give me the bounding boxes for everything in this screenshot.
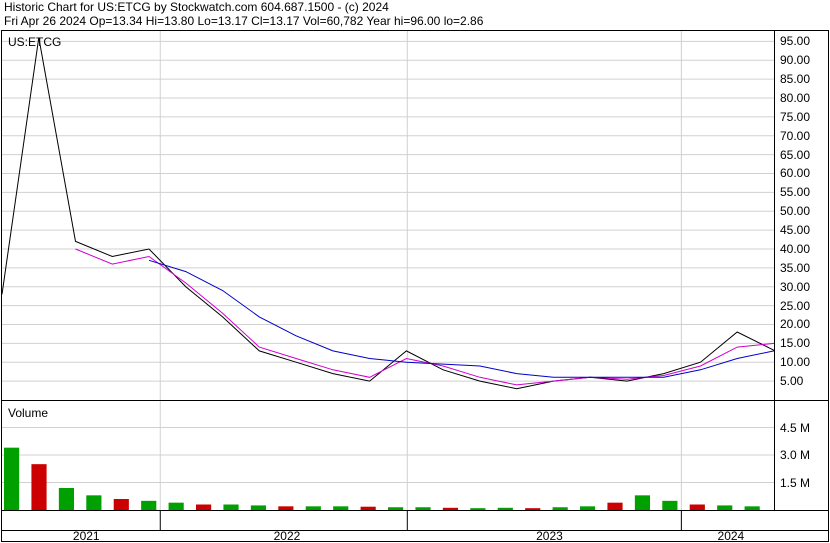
volume-bar [86, 495, 102, 510]
volume-bar [552, 507, 568, 510]
volume-bar [58, 488, 75, 510]
volume-bar [141, 500, 157, 510]
y-tick-label: 5.00 [780, 374, 804, 389]
x-tick-label: 2022 [273, 529, 301, 543]
volume-bar [634, 495, 651, 510]
y-tick-label: 25.00 [780, 298, 811, 313]
x-tick-label: 2023 [536, 529, 563, 543]
y-tick-label: 40.00 [780, 241, 811, 256]
y-tick-label: 15.00 [780, 336, 811, 351]
volume-bar [196, 504, 212, 510]
y-tick-label: 50.00 [780, 204, 811, 219]
price-line [1, 37, 775, 390]
volume-bar [305, 506, 321, 510]
y-tick-label: 70.00 [780, 128, 811, 143]
volume-bar [415, 507, 431, 510]
chart-canvas [1, 30, 829, 542]
volume-bar [388, 507, 404, 510]
y-tick-label: 75.00 [780, 109, 811, 124]
y-tick-label: 45.00 [780, 223, 811, 238]
gridlines [2, 30, 774, 530]
volume-bar [607, 502, 623, 510]
y-tick-label: 30.00 [780, 279, 811, 294]
volume-bar [278, 506, 294, 510]
y-tick-label: 90.00 [780, 53, 811, 68]
y-tick-label: 95.00 [780, 34, 811, 49]
moving-average-long-line [148, 259, 775, 378]
volume-bar [31, 464, 47, 510]
price-series [1, 37, 775, 390]
outer-border [1, 30, 829, 542]
y-tick-label: 55.00 [780, 185, 811, 200]
y-tick-label: 80.00 [780, 90, 811, 105]
volume-tick-label: 3.0 M [780, 448, 811, 462]
y-tick-label: 20.00 [780, 317, 811, 332]
y-tick-label: 10.00 [780, 355, 811, 370]
volume-bar [744, 506, 760, 510]
volume-bar [223, 504, 239, 510]
y-tick-label: 65.00 [780, 147, 811, 162]
moving-average-long [148, 259, 775, 378]
symbol-label: US:ETCG [8, 35, 62, 49]
volume-bar [717, 505, 733, 510]
chart-frame [1, 30, 829, 542]
volume-bar [580, 506, 596, 510]
volume-bar [689, 504, 705, 510]
volume-bar [442, 507, 459, 510]
x-tick-label: 2021 [72, 529, 100, 543]
volume-bar [497, 507, 513, 510]
volume-bar [113, 499, 129, 510]
y-tick-label: 85.00 [780, 72, 811, 87]
volume-bar [168, 502, 184, 510]
x-tick-label: 2024 [717, 529, 745, 543]
volume-bar [525, 508, 541, 510]
y-tick-label: 35.00 [780, 260, 811, 275]
volume-bar [662, 500, 678, 510]
volume-bar [360, 506, 376, 510]
volume-bar [470, 508, 486, 510]
y-tick-label: 60.00 [780, 166, 811, 181]
volume-bar [4, 447, 20, 510]
volume-bar [333, 506, 349, 510]
volume-bars [4, 447, 760, 510]
volume-bar [250, 505, 267, 510]
volume-tick-label: 4.5 M [780, 420, 811, 435]
volume-tick-label: 1.5 M [780, 475, 811, 490]
volume-label: Volume [8, 406, 49, 420]
